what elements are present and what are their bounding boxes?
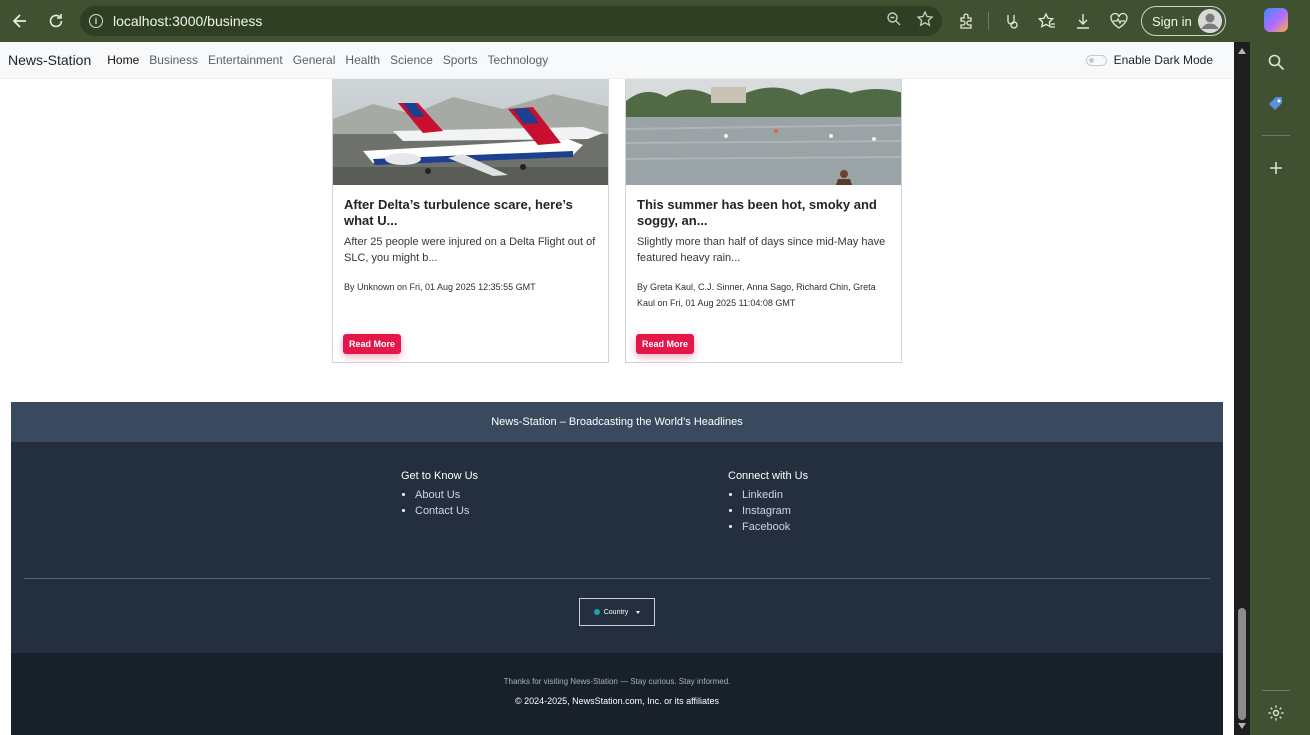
read-more-button[interactable]: Read More [343,334,402,354]
article-title[interactable]: This summer has been hot, smoky and sogg… [637,197,895,229]
browser-toolbar: i localhost:3000/business Sign in [0,0,1310,42]
nav-general[interactable]: General [293,53,336,67]
footer-link-about-us[interactable]: About Us [415,487,478,503]
news-card: This summer has been hot, smoky and sogg… [625,79,902,363]
dark-mode-switch[interactable] [1085,54,1107,66]
footer-copyright: © 2024-2025, NewsStation.com, Inc. or it… [514,696,720,706]
article-image-airplanes [333,79,608,185]
scrollbar-thumb[interactable] [1238,608,1246,720]
scroll-down-icon[interactable] [1238,723,1246,729]
sign-in-button[interactable]: Sign in [1141,6,1226,36]
footer-heading: Connect with Us [728,470,809,482]
footer-column-about: Get to Know Us About Us Contact Us [401,470,478,519]
nav-home[interactable]: Home [107,53,139,67]
country-label: Country [603,608,629,616]
page-scrollbar[interactable] [1234,42,1250,735]
nav-entertainment[interactable]: Entertainment [208,53,283,67]
footer-link-linkedin[interactable]: Linkedin [742,487,808,503]
back-arrow-icon[interactable] [5,6,35,36]
article-image-lake [626,79,901,185]
footer-tagline: News-Station – Broadcasting the World’s … [491,416,743,428]
footer-divider [24,578,1210,579]
url-text[interactable]: localhost:3000/business [113,13,262,29]
browser-essentials-icon[interactable] [997,7,1025,35]
copilot-icon[interactable] [1264,8,1288,32]
nav-business[interactable]: Business [149,53,198,67]
reload-icon[interactable] [41,6,71,36]
dark-mode-label: Enable Dark Mode [1113,53,1213,67]
article-meta: By Greta Kaul, C.J. Sinner, Anna Sago, R… [637,282,876,308]
sidebar-divider-bottom [1262,690,1290,691]
article-description: After 25 people were injured on a Delta … [344,236,596,264]
footer-tagline-bar: News-Station – Broadcasting the World’s … [11,402,1223,442]
footer-link-facebook[interactable]: Facebook [742,519,808,535]
news-card: After Delta’s turbulence scare, here’s w… [332,79,609,363]
footer-thanks: Thanks for visiting News-Station — Stay … [503,677,731,686]
nav-sports[interactable]: Sports [443,53,478,67]
footer-column-connect: Connect with Us Linkedin Instagram Faceb… [728,470,808,535]
extensions-icon[interactable] [952,7,980,35]
nav-technology[interactable]: Technology [487,53,548,67]
site-info-icon[interactable]: i [89,14,103,28]
footer-heading: Get to Know Us [401,470,479,482]
profile-avatar-icon [1197,9,1222,33]
favorite-star-icon[interactable] [916,9,934,33]
address-bar[interactable]: i localhost:3000/business [80,6,942,36]
footer-link-contact-us[interactable]: Contact Us [415,503,478,519]
article-description: Slightly more than half of days since mi… [637,236,886,264]
site-brand[interactable]: News-Station [8,52,91,68]
globe-icon [593,609,600,615]
page-viewport: News-Station Home Business Entertainment… [0,42,1234,735]
article-title[interactable]: After Delta’s turbulence scare, here’s w… [344,197,602,229]
downloads-icon[interactable] [1069,7,1097,35]
footer-link-instagram[interactable]: Instagram [742,503,808,519]
shopping-tag-icon[interactable] [1264,92,1288,116]
article-meta: By Unknown on Fri, 01 Aug 2025 12:35:55 … [344,282,536,292]
caret-down-icon [636,610,641,614]
browser-sidebar [1248,0,1310,735]
add-icon[interactable] [1264,156,1288,180]
performance-heart-icon[interactable] [1105,7,1133,35]
zoom-icon[interactable] [886,11,902,32]
favorites-icon[interactable] [1033,7,1061,35]
read-more-button[interactable]: Read More [636,334,695,354]
toolbar-divider [988,12,989,30]
settings-gear-icon[interactable] [1264,701,1288,725]
footer-bottom: Thanks for visiting News-Station — Stay … [11,653,1223,735]
footer-links-section: Get to Know Us About Us Contact Us Conne… [11,442,1223,653]
sidebar-divider [1262,135,1290,136]
scroll-up-icon[interactable] [1238,48,1246,54]
country-dropdown[interactable]: Country [579,598,655,626]
nav-health[interactable]: Health [345,53,380,67]
site-navbar: News-Station Home Business Entertainment… [0,42,1234,79]
sign-in-label: Sign in [1152,13,1192,29]
search-icon[interactable] [1264,50,1288,74]
dark-mode-toggle[interactable]: Enable Dark Mode [1085,53,1213,67]
nav-science[interactable]: Science [390,53,433,67]
